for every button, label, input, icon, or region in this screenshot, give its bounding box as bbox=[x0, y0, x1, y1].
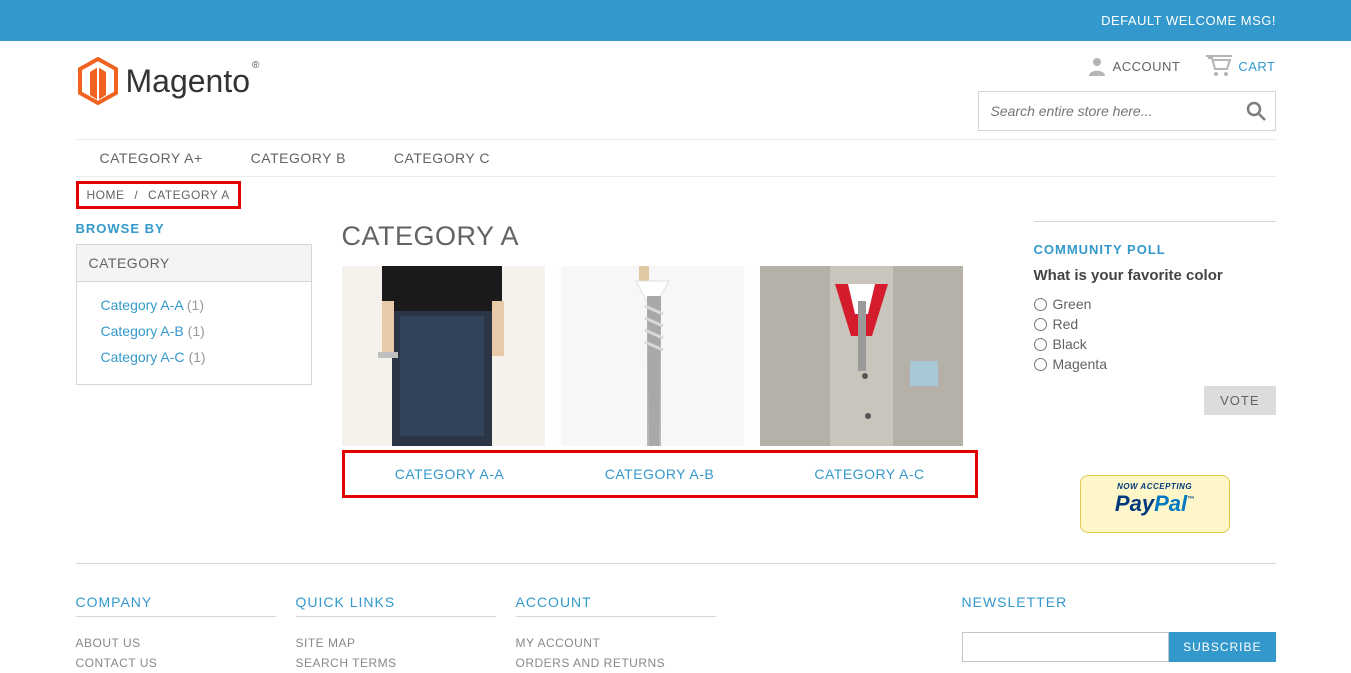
search-button[interactable] bbox=[1236, 91, 1276, 131]
magento-logo-icon bbox=[76, 57, 120, 105]
main-nav: CATEGORY A+ CATEGORY B CATEGORY C bbox=[76, 139, 1276, 177]
subcategory-item[interactable] bbox=[551, 266, 754, 446]
footer-link[interactable]: MY ACCOUNT bbox=[516, 633, 716, 653]
breadcrumb-separator: / bbox=[134, 188, 138, 202]
footer-col-quick-links: QUICK LINKS SITE MAP SEARCH TERMS bbox=[296, 594, 496, 673]
footer-link[interactable]: ORDERS AND RETURNS bbox=[516, 653, 716, 673]
paypal-line1: NOW ACCEPTING bbox=[1091, 482, 1219, 491]
header-links: ACCOUNT CART bbox=[1087, 55, 1276, 77]
vote-button[interactable]: VOTE bbox=[1204, 386, 1275, 415]
browse-by-title: BROWSE BY bbox=[76, 221, 312, 236]
breadcrumb-highlight: HOME / CATEGORY A bbox=[76, 181, 241, 209]
footer-col-company: COMPANY ABOUT US CONTACT US bbox=[76, 594, 276, 673]
poll-radio[interactable] bbox=[1034, 358, 1047, 371]
account-link[interactable]: ACCOUNT bbox=[1087, 56, 1181, 76]
product-image bbox=[551, 266, 754, 446]
account-label: ACCOUNT bbox=[1113, 59, 1181, 74]
category-filter-block: CATEGORY Category A-A (1) Category A-B (… bbox=[76, 244, 312, 385]
main-column: CATEGORY A bbox=[342, 221, 1004, 533]
sidebar-left: BROWSE BY CATEGORY Category A-A (1) Cate… bbox=[76, 221, 312, 533]
footer-col-newsletter: NEWSLETTER SUBSCRIBE bbox=[962, 594, 1276, 673]
search-icon bbox=[1246, 101, 1266, 121]
breadcrumb-current: CATEGORY A bbox=[148, 188, 230, 202]
footer-heading: COMPANY bbox=[76, 594, 276, 617]
subcategory-link[interactable]: CATEGORY A-A bbox=[345, 453, 555, 495]
paypal-banner[interactable]: NOW ACCEPTING PayPal™ bbox=[1034, 475, 1276, 533]
page-title: CATEGORY A bbox=[342, 221, 1004, 252]
breadcrumb-home[interactable]: HOME bbox=[87, 188, 125, 202]
product-image bbox=[342, 266, 545, 446]
logo-text: Magento® bbox=[126, 63, 258, 100]
filter-item[interactable]: Category A-C (1) bbox=[101, 344, 299, 370]
poll-options: Green Red Black Magenta bbox=[1034, 294, 1276, 374]
poll-radio[interactable] bbox=[1034, 298, 1047, 311]
newsletter-input[interactable] bbox=[962, 632, 1170, 662]
footer-heading: ACCOUNT bbox=[516, 594, 716, 617]
filter-item[interactable]: Category A-B (1) bbox=[101, 318, 299, 344]
person-icon bbox=[1087, 56, 1107, 76]
footer-col-account: ACCOUNT MY ACCOUNT ORDERS AND RETURNS bbox=[516, 594, 716, 673]
filter-item[interactable]: Category A-A (1) bbox=[101, 292, 299, 318]
footer-heading: NEWSLETTER bbox=[962, 594, 1276, 616]
footer-link[interactable]: SITE MAP bbox=[296, 633, 496, 653]
poll-option[interactable]: Red bbox=[1034, 314, 1276, 334]
product-image bbox=[760, 266, 963, 446]
cart-label: CART bbox=[1238, 59, 1275, 74]
poll-question: What is your favorite color bbox=[1034, 267, 1276, 284]
subscribe-button[interactable]: SUBSCRIBE bbox=[1169, 632, 1275, 662]
nav-item-category-b[interactable]: CATEGORY B bbox=[227, 140, 370, 176]
footer-link[interactable]: ABOUT US bbox=[76, 633, 276, 653]
subcategory-item[interactable] bbox=[760, 266, 963, 446]
footer-heading: QUICK LINKS bbox=[296, 594, 496, 617]
poll-option[interactable]: Magenta bbox=[1034, 354, 1276, 374]
breadcrumb: HOME / CATEGORY A bbox=[87, 188, 230, 202]
filter-heading: CATEGORY bbox=[77, 245, 311, 282]
poll-option[interactable]: Green bbox=[1034, 294, 1276, 314]
search-input[interactable] bbox=[978, 91, 1276, 131]
poll-option[interactable]: Black bbox=[1034, 334, 1276, 354]
footer: COMPANY ABOUT US CONTACT US QUICK LINKS … bbox=[76, 563, 1276, 673]
welcome-msg: DEFAULT WELCOME MSG! bbox=[1101, 13, 1276, 28]
nav-item-category-a[interactable]: CATEGORY A+ bbox=[76, 140, 227, 176]
poll-radio[interactable] bbox=[1034, 318, 1047, 331]
nav-item-category-c[interactable]: CATEGORY C bbox=[370, 140, 514, 176]
main-content: BROWSE BY CATEGORY Category A-A (1) Cate… bbox=[76, 209, 1276, 563]
footer-link[interactable]: CONTACT US bbox=[76, 653, 276, 673]
poll-radio[interactable] bbox=[1034, 338, 1047, 351]
cart-link[interactable]: CART bbox=[1206, 55, 1275, 77]
header: Magento® ACCOUNT CART bbox=[76, 41, 1276, 139]
logo[interactable]: Magento® bbox=[76, 55, 258, 105]
subcategory-link[interactable]: CATEGORY A-C bbox=[765, 453, 975, 495]
poll-title: COMMUNITY POLL bbox=[1034, 221, 1276, 257]
subcategory-link[interactable]: CATEGORY A-B bbox=[555, 453, 765, 495]
top-bar: DEFAULT WELCOME MSG! bbox=[0, 0, 1351, 41]
sidebar-right: COMMUNITY POLL What is your favorite col… bbox=[1034, 221, 1276, 533]
subcategory-item[interactable] bbox=[342, 266, 545, 446]
subcategory-grid bbox=[342, 266, 1004, 446]
search-form bbox=[978, 91, 1276, 131]
cart-icon bbox=[1206, 55, 1232, 77]
subcategory-labels-highlight: CATEGORY A-A CATEGORY A-B CATEGORY A-C bbox=[342, 450, 978, 498]
footer-link[interactable]: SEARCH TERMS bbox=[296, 653, 496, 673]
